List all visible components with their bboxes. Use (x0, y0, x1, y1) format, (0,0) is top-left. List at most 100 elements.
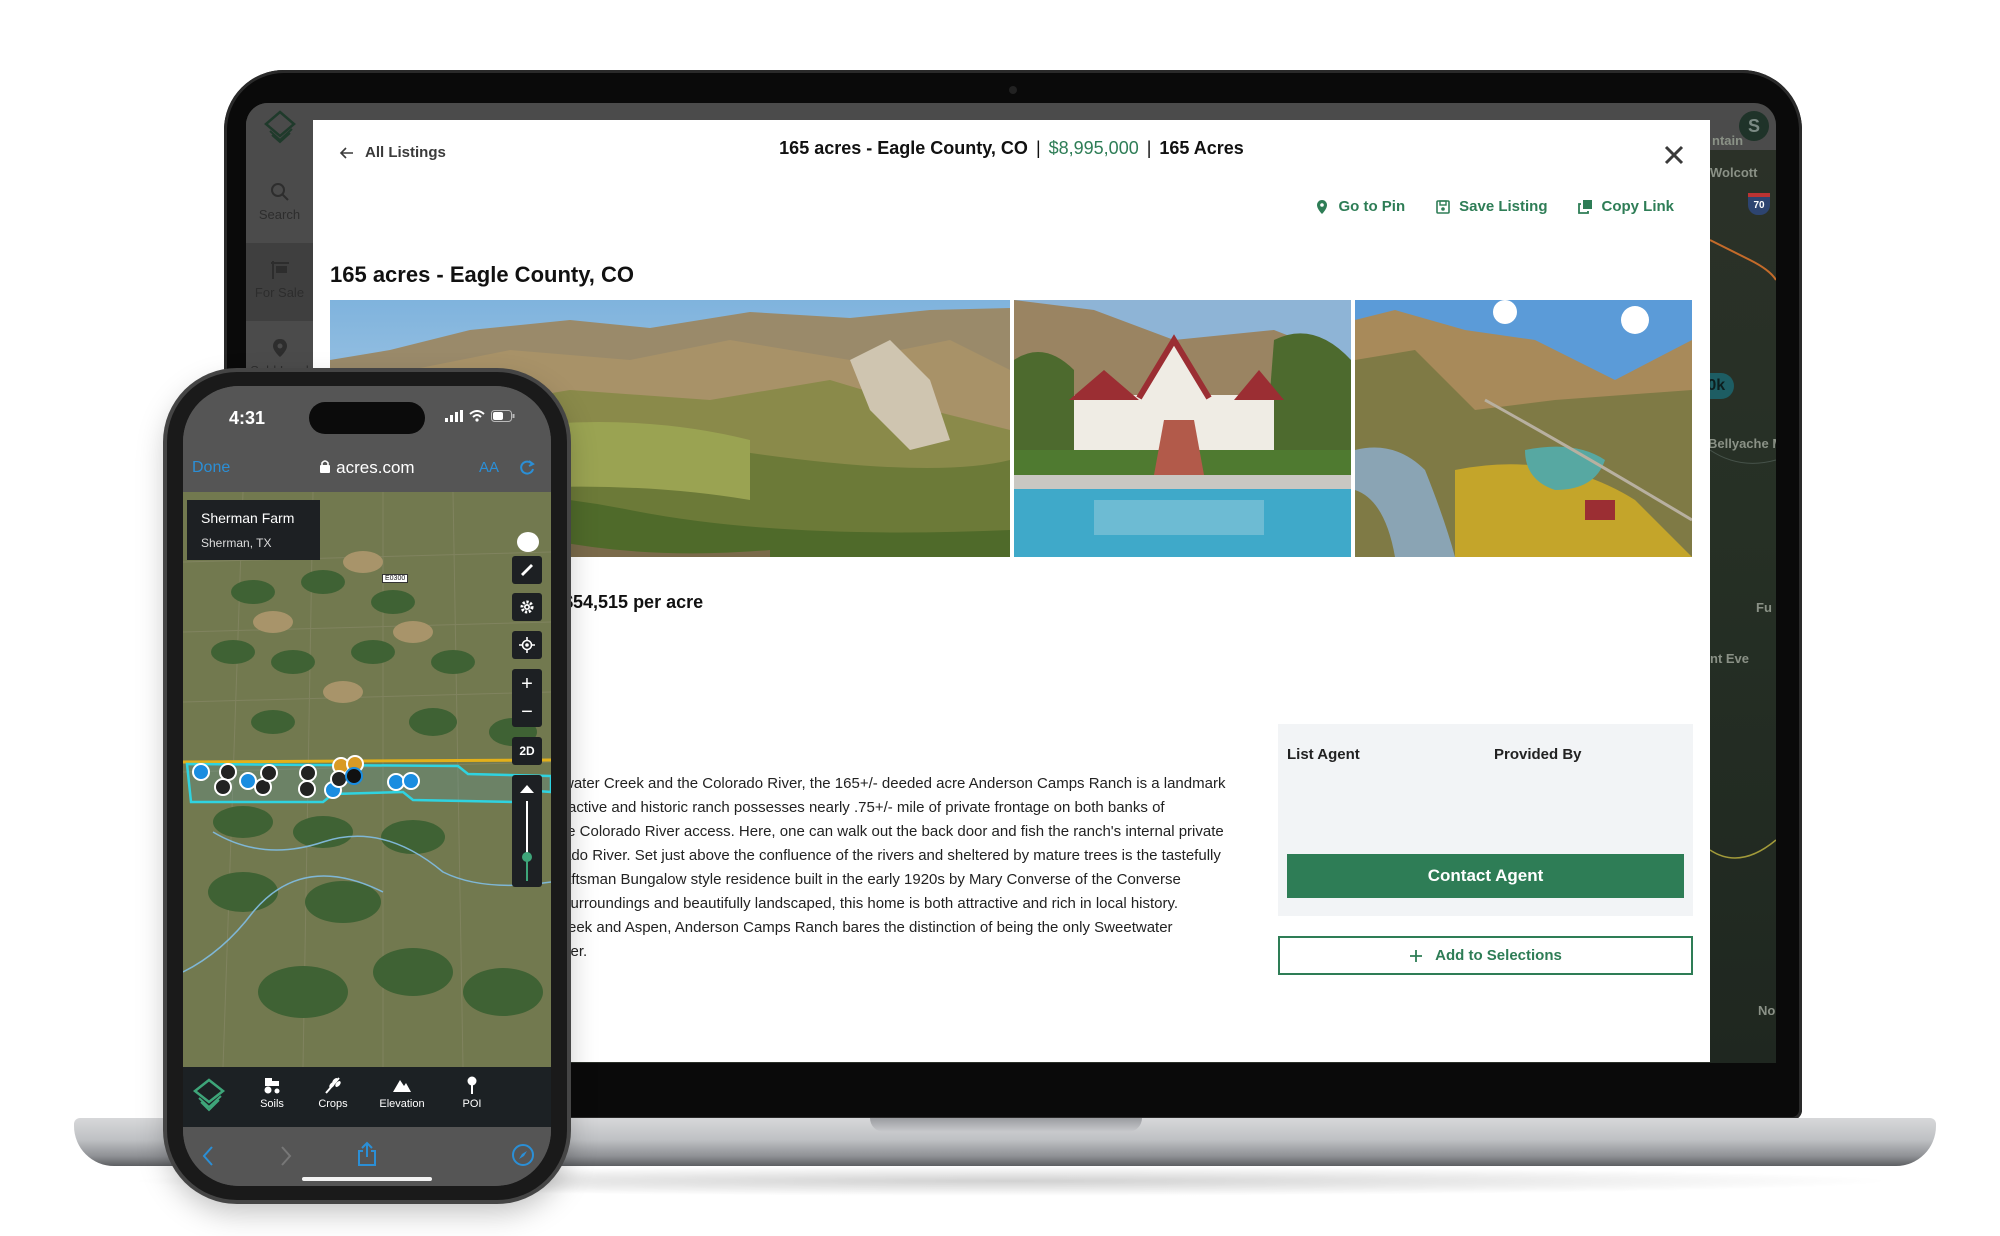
contact-agent-button[interactable]: Contact Agent (1287, 854, 1684, 898)
plus-icon (1410, 949, 1423, 962)
listing-photo[interactable] (1355, 300, 1692, 557)
title-separator: | (1146, 138, 1152, 158)
nav-crops[interactable]: Crops (298, 1075, 368, 1110)
measure-tool-button[interactable] (512, 556, 542, 584)
nav-label: POI (462, 1098, 482, 1110)
listing-price: $8,995,000 (1048, 138, 1139, 158)
wifi-icon (469, 410, 485, 422)
settings-button[interactable] (512, 593, 542, 621)
copy-icon (1578, 199, 1593, 214)
nav-poi[interactable]: POI (437, 1075, 507, 1110)
listing-actions: Go to Pin Save Listing Copy Link (1314, 198, 1674, 215)
modal-title: 165 acres - Eagle County, CO | $8,995,000 |… (313, 138, 1710, 159)
safari-toolbar (183, 1127, 551, 1186)
url-text: acres.com (336, 458, 415, 477)
nav-soils[interactable]: Soils (237, 1075, 307, 1110)
reload-icon[interactable] (518, 459, 536, 477)
ruler-icon (521, 564, 533, 576)
forward-chevron-icon[interactable] (279, 1145, 293, 1167)
price-per-acre: $54,515 per acre (563, 592, 704, 612)
gear-icon (520, 600, 534, 614)
phone-frame: 4:31 Done acres.com AA E0300 Sherman Far… (167, 372, 567, 1200)
farm-name: Sherman Farm (201, 510, 295, 526)
2d-toggle-button[interactable]: 2D (512, 737, 542, 765)
compass-icon[interactable] (511, 1143, 535, 1167)
lock-icon (320, 460, 331, 473)
zoom-in-icon[interactable]: + (521, 674, 533, 694)
nav-label: Elevation (379, 1098, 425, 1110)
nav-label: Crops (318, 1098, 348, 1110)
elevation-slider[interactable] (512, 775, 542, 887)
title-separator: | (1035, 138, 1041, 158)
zoom-out-icon[interactable]: − (521, 702, 533, 722)
description-line: water Creek and the Colorado River, the … (563, 775, 1226, 792)
road-label: E0300 (382, 574, 409, 583)
satellite-map[interactable]: E0300 Sherman Farm Sherman, TX + − 2D (183, 492, 551, 1067)
dynamic-island (309, 402, 425, 434)
search-icon (270, 183, 289, 201)
map-label: ntain (1712, 133, 1744, 148)
listing-heading: 165 acres - Eagle County, CO (330, 262, 635, 287)
nav-label: Soils (260, 1098, 284, 1110)
save-listing-button[interactable]: Save Listing (1435, 198, 1547, 215)
listing-description: water Creek and the Colorado River, the … (563, 772, 1226, 964)
farm-info-card[interactable]: Sherman Farm Sherman, TX (187, 500, 320, 560)
battery-icon (491, 410, 515, 422)
map-label: Fu (1756, 600, 1772, 615)
browser-url-bar: Done acres.com AA (183, 446, 551, 492)
my-location-button[interactable] (512, 631, 542, 659)
zoom-controls: + − (512, 669, 542, 727)
user-avatar[interactable]: S (1739, 111, 1769, 141)
nav-elevation[interactable]: Elevation (367, 1075, 437, 1110)
river-canyon-photo (1355, 300, 1692, 557)
add-to-selections-button[interactable]: Add to Selections (1278, 936, 1693, 975)
farmhouse-pool-photo (1014, 300, 1351, 557)
status-icons (445, 410, 515, 422)
listing-acres: 165 Acres (1159, 138, 1244, 158)
mountain-icon (520, 785, 534, 793)
acres-logo-icon (264, 110, 296, 144)
highway-shield-icon: 70 (1748, 193, 1770, 215)
status-bar: 4:31 (183, 386, 551, 446)
share-icon[interactable] (357, 1141, 377, 1167)
provided-by-label: Provided By (1494, 746, 1582, 763)
listing-photo[interactable] (1014, 300, 1351, 557)
map-label: nt Eve (1710, 651, 1750, 666)
status-time: 4:31 (229, 408, 266, 428)
copy-link-label: Copy Link (1601, 198, 1674, 215)
farm-location: Sherman, TX (201, 536, 272, 550)
copy-link-button[interactable]: Copy Link (1577, 198, 1674, 215)
home-indicator[interactable] (302, 1177, 432, 1181)
laptop-camera (1009, 86, 1017, 94)
acres-logo-icon[interactable] (191, 1077, 227, 1113)
tractor-icon (264, 1078, 280, 1094)
description-line: reek and Aspen, Anderson Camps Ranch bar… (563, 919, 1173, 936)
farm-map-imagery (183, 492, 551, 1067)
description-line: aftsman Bungalow style residence built i… (563, 871, 1181, 888)
crosshair-icon (519, 637, 535, 653)
description-line: ractive and historic ranch possesses nea… (563, 799, 1165, 816)
description-line: te Colorado River access. Here, one can … (563, 823, 1224, 840)
list-agent-label: List Agent (1287, 746, 1360, 763)
go-to-pin-button[interactable]: Go to Pin (1314, 198, 1405, 215)
floppy-disk-icon (1436, 199, 1450, 214)
description-line: surroundings and beautifully landscaped,… (563, 895, 1179, 912)
mountain-icon (393, 1080, 411, 1092)
text-size-button[interactable]: AA (479, 459, 499, 476)
map-bottom-nav: Soils Crops Elevation POI (183, 1067, 551, 1127)
map-label: Bellyache M (1708, 436, 1776, 451)
sidebar-item-search[interactable]: Search (246, 165, 313, 243)
sidebar-item-for-sale[interactable]: For Sale (246, 243, 313, 321)
description-line: ver. (563, 943, 588, 960)
description-line: ado River. Set just above the confluence… (563, 847, 1221, 864)
pushpin-icon (467, 1076, 477, 1094)
signal-icon (445, 410, 463, 422)
compass-toggle[interactable] (517, 532, 539, 552)
device-mockup-stage: ntain Wolcott 70 9.0k Bellyache M Fu nt … (0, 0, 2000, 1236)
map-pin-icon (272, 339, 287, 357)
map-label: No (1758, 1003, 1776, 1018)
back-chevron-icon[interactable] (201, 1145, 215, 1167)
agent-info-box: List Agent Provided By Contact Agent (1278, 724, 1693, 916)
close-icon[interactable] (1661, 142, 1687, 168)
save-listing-label: Save Listing (1459, 198, 1548, 215)
